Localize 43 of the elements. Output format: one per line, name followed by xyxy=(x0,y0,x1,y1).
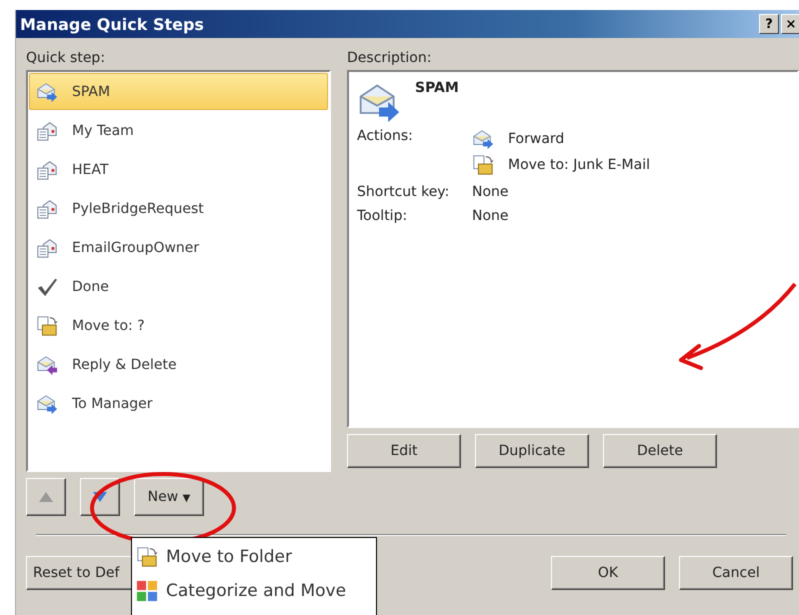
envelope-arrow-icon xyxy=(472,128,494,150)
quick-step-item[interactable]: To Manager xyxy=(29,385,328,422)
close-button[interactable]: × xyxy=(781,14,799,34)
quick-step-label: Quick step: xyxy=(26,50,106,68)
envelope-document-icon xyxy=(36,158,58,180)
description-label: Description: xyxy=(347,50,432,68)
envelope-document-icon xyxy=(36,236,58,258)
quick-step-item[interactable]: HEAT xyxy=(29,151,328,188)
up-arrow-icon xyxy=(38,491,54,503)
folder-document-icon xyxy=(36,314,58,336)
quick-step-item[interactable]: EmailGroupOwner xyxy=(29,229,328,266)
description-action-button[interactable]: Edit xyxy=(347,434,461,468)
envelope-arrow-icon xyxy=(36,392,58,414)
move-up-button[interactable] xyxy=(26,478,66,516)
folder-document-icon xyxy=(136,546,158,568)
quick-step-item[interactable]: PyleBridgeRequest xyxy=(29,190,328,227)
envelope-arrow-icon xyxy=(36,354,58,376)
quick-step-item[interactable]: SPAM xyxy=(29,73,328,110)
down-arrow-icon xyxy=(92,491,108,503)
color-squares-icon xyxy=(136,580,158,602)
quick-step-item[interactable]: Reply & Delete xyxy=(29,346,328,383)
folder-document-icon xyxy=(472,154,494,176)
new-button[interactable]: New ▼ xyxy=(134,478,204,516)
envelope-document-icon xyxy=(36,198,58,220)
cancel-button[interactable]: Cancel xyxy=(679,556,793,590)
tooltip-label: Tooltip: xyxy=(357,208,408,224)
window-title: Manage Quick Steps xyxy=(20,14,204,34)
quick-step-title: SPAM xyxy=(415,80,459,96)
envelope-document-icon xyxy=(36,120,58,142)
envelope-arrow-icon xyxy=(36,80,58,102)
tooltip-value: None xyxy=(472,208,510,224)
actions-label: Actions: xyxy=(357,128,414,146)
shortcut-key-value: None xyxy=(472,184,510,200)
description-action-button[interactable]: Delete xyxy=(603,434,717,468)
quick-step-item[interactable]: Done xyxy=(29,268,328,305)
help-button[interactable]: ? xyxy=(759,14,779,34)
action-text: Move to: Junk E-Mail xyxy=(508,157,650,173)
shortcut-key-label: Shortcut key: xyxy=(357,184,450,200)
ok-button[interactable]: OK xyxy=(551,556,665,590)
description-action-button[interactable]: Duplicate xyxy=(475,434,589,468)
quick-step-item[interactable]: Move to: ? xyxy=(29,307,328,344)
action-text: Forward xyxy=(508,131,564,147)
quick-step-item[interactable]: My Team xyxy=(29,112,328,149)
